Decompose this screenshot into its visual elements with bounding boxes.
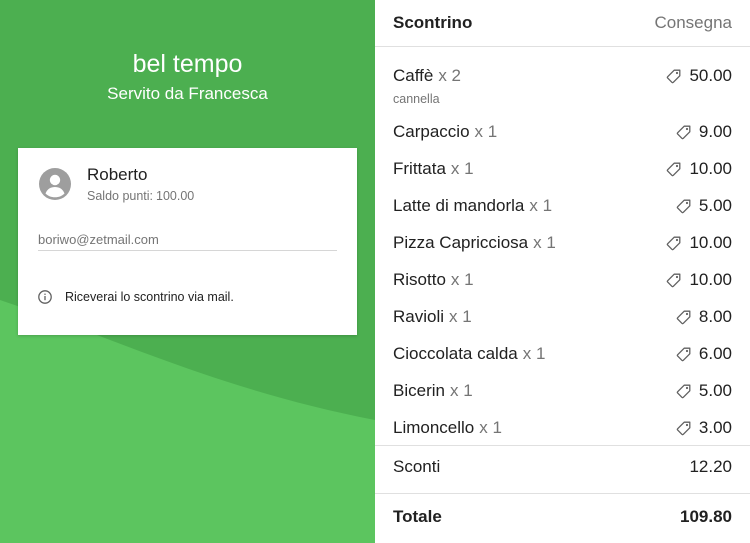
points-label: Saldo punti: xyxy=(87,189,154,203)
tab-delivery[interactable]: Consegna xyxy=(654,13,732,33)
receipt-info-text: Riceverai lo scontrino via mail. xyxy=(65,290,234,304)
item-price-group: 9.00 xyxy=(676,122,732,142)
item-note: cannella xyxy=(393,92,440,106)
discount-label: Sconti xyxy=(393,457,441,476)
item-name-line: Frittata x 1 xyxy=(393,159,474,179)
tag-icon[interactable] xyxy=(676,310,691,325)
item-price-group: 50.00 xyxy=(666,66,732,86)
customer-panel: bel tempo Servito da Francesca Roberto S… xyxy=(0,0,375,543)
tag-icon[interactable] xyxy=(676,199,691,214)
item-name-line: Latte di mandorla x 1 xyxy=(393,196,552,216)
discount-value: 12.20 xyxy=(689,457,732,476)
receipt-item[interactable]: Risotto x 1 10.00 xyxy=(375,261,750,298)
item-price-group: 5.00 xyxy=(676,381,732,401)
item-name-line: Caffè x 2 xyxy=(393,66,461,86)
total-label: Totale xyxy=(393,507,442,526)
divider xyxy=(375,445,750,446)
item-price: 3.00 xyxy=(698,418,732,437)
receipt-item[interactable]: Limoncello x 1 3.00 xyxy=(375,409,750,446)
item-name: Risotto xyxy=(393,270,446,289)
item-price: 10.00 xyxy=(689,159,732,178)
item-quantity: x 1 xyxy=(474,122,498,141)
item-price: 5.00 xyxy=(698,196,732,215)
tab-receipt[interactable]: Scontrino xyxy=(393,13,472,33)
item-name-line: Limoncello x 1 xyxy=(393,418,502,438)
tab-bar: Scontrino Consegna xyxy=(375,0,750,47)
tag-icon[interactable] xyxy=(666,273,681,288)
item-quantity: x 2 xyxy=(438,66,462,85)
item-name: Limoncello xyxy=(393,418,475,437)
tag-icon[interactable] xyxy=(676,125,691,140)
receipt-item[interactable]: Caffè x 2 cannella 50.00 xyxy=(375,57,750,113)
item-price: 5.00 xyxy=(698,381,732,400)
customer-name: Roberto xyxy=(87,165,148,184)
item-price-group: 8.00 xyxy=(676,307,732,327)
receipt-item[interactable]: Cioccolata calda x 1 6.00 xyxy=(375,335,750,372)
item-quantity: x 1 xyxy=(449,381,473,400)
item-price-group: 6.00 xyxy=(676,344,732,364)
item-name: Frittata xyxy=(393,159,446,178)
item-price: 10.00 xyxy=(689,233,732,252)
served-by-label: Servito da Francesca xyxy=(107,84,268,103)
item-name: Carpaccio xyxy=(393,122,470,141)
item-name: Bicerin xyxy=(393,381,445,400)
item-quantity: x 1 xyxy=(450,159,474,178)
item-price: 8.00 xyxy=(698,307,732,326)
tag-icon[interactable] xyxy=(676,421,691,436)
tag-icon[interactable] xyxy=(666,69,681,84)
item-name: Cioccolata calda xyxy=(393,344,518,363)
points-balance: Saldo punti: 100.00 xyxy=(87,189,194,203)
item-price: 6.00 xyxy=(698,344,732,363)
item-name: Latte di mandorla xyxy=(393,196,525,215)
points-value: 100.00 xyxy=(156,189,195,203)
item-price-group: 5.00 xyxy=(676,196,732,216)
item-name-line: Risotto x 1 xyxy=(393,270,474,290)
item-name-line: Ravioli x 1 xyxy=(393,307,472,327)
item-quantity: x 1 xyxy=(479,418,502,437)
total-value: 109.80 xyxy=(680,507,732,526)
tag-icon[interactable] xyxy=(676,347,691,362)
item-price: 9.00 xyxy=(698,122,732,141)
item-price: 10.00 xyxy=(689,270,732,289)
item-name-line: Carpaccio x 1 xyxy=(393,122,497,142)
item-name: Ravioli xyxy=(393,307,445,326)
item-price-group: 3.00 xyxy=(676,418,732,438)
item-quantity: x 1 xyxy=(529,196,553,215)
account-circle-icon xyxy=(39,168,71,200)
item-price-group: 10.00 xyxy=(666,270,732,290)
receipt-item[interactable]: Ravioli x 1 8.00 xyxy=(375,298,750,335)
item-name: Pizza Capricciosa xyxy=(393,233,529,252)
item-name-line: Bicerin x 1 xyxy=(393,381,473,401)
info-outline-icon xyxy=(38,290,52,304)
receipt-item[interactable]: Pizza Capricciosa x 1 10.00 xyxy=(375,224,750,261)
item-name: Caffè xyxy=(393,66,434,85)
receipt-panel: Scontrino Consegna Caffè x 2 cannella 50.00… xyxy=(375,0,750,543)
tag-icon[interactable] xyxy=(666,236,681,251)
divider xyxy=(375,493,750,494)
item-price-group: 10.00 xyxy=(666,159,732,179)
item-name-line: Cioccolata calda x 1 xyxy=(393,344,545,364)
receipt-item[interactable]: Latte di mandorla x 1 5.00 xyxy=(375,187,750,224)
item-quantity: x 1 xyxy=(533,233,556,252)
receipt-item[interactable]: Bicerin x 1 5.00 xyxy=(375,372,750,409)
item-price-group: 10.00 xyxy=(666,233,732,253)
shop-name: bel tempo xyxy=(132,50,243,78)
tag-icon[interactable] xyxy=(676,384,691,399)
item-quantity: x 1 xyxy=(450,270,474,289)
item-quantity: x 1 xyxy=(522,344,546,363)
email-field[interactable] xyxy=(38,232,337,251)
receipt-items-list: Caffè x 2 cannella 50.00 Carpaccio x 1 9.00 Fri… xyxy=(375,57,750,446)
receipt-item[interactable]: Carpaccio x 1 9.00 xyxy=(375,113,750,150)
item-name-line: Pizza Capricciosa x 1 xyxy=(393,233,556,253)
customer-card: Roberto Saldo punti:100.00 Riceverai lo … xyxy=(18,148,357,335)
item-quantity: x 1 xyxy=(449,307,472,326)
receipt-item[interactable]: Frittata x 1 10.00 xyxy=(375,150,750,187)
item-price: 50.00 xyxy=(689,66,732,85)
tag-icon[interactable] xyxy=(666,162,681,177)
